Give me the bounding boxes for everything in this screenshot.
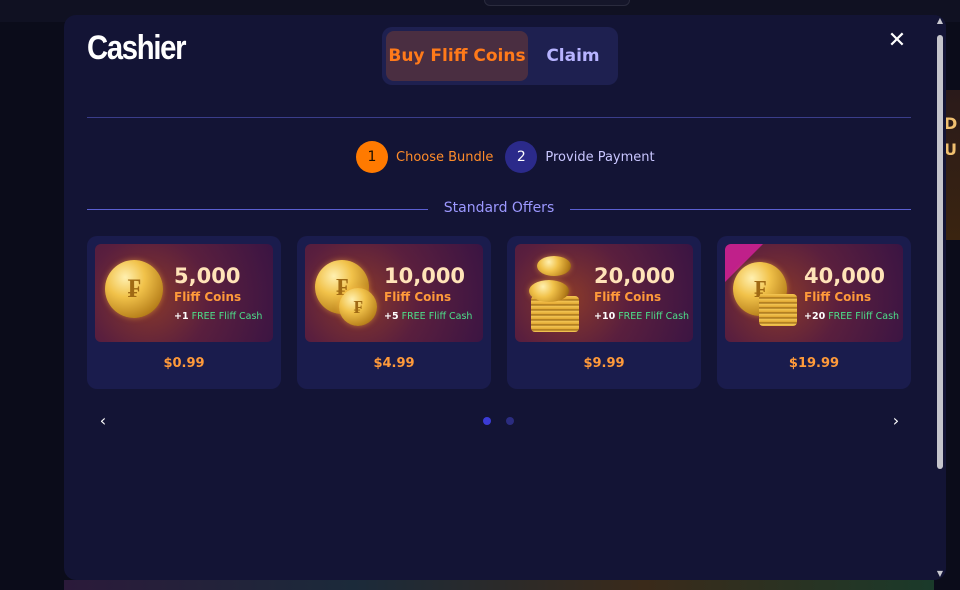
- bundle-artwork: 20,000 Fliff Coins +10 FREE Fliff Cash: [515, 244, 693, 342]
- section-header: Standard Offers: [87, 200, 911, 220]
- coin-icon: ₣: [105, 260, 163, 318]
- bundle-amount: 10,000: [384, 264, 466, 288]
- pager-dots: [483, 417, 514, 425]
- step-2-label: Provide Payment: [545, 149, 655, 165]
- step-2-number: 2: [505, 141, 538, 173]
- scroll-down-icon[interactable]: ▼: [936, 570, 944, 578]
- bonus-amount: +5: [384, 311, 399, 322]
- cashier-tabs: Buy Fliff Coins Claim: [382, 27, 618, 85]
- bundle-price: $4.99: [373, 356, 415, 371]
- pager-dot[interactable]: [506, 417, 514, 425]
- bonus-text: FREE Fliff Cash: [828, 311, 900, 322]
- coin-icon: [529, 280, 569, 302]
- section-title: Standard Offers: [443, 200, 555, 216]
- step-1-label: Choose Bundle: [396, 149, 494, 165]
- section-divider-right: [570, 209, 911, 210]
- background-search-pill: [484, 0, 630, 6]
- bundle-bonus: +20 FREE Fliff Cash: [804, 311, 899, 322]
- bundle-amount: 5,000: [174, 264, 241, 288]
- bundle-unit: Fliff Coins: [804, 290, 872, 304]
- scrollbar[interactable]: ▲ ▼: [934, 15, 946, 580]
- page-title: Cashier: [87, 29, 187, 67]
- bundle-card[interactable]: ₣ ₣ 10,000 Fliff Coins +5 FREE Fliff Cas…: [297, 236, 491, 389]
- bonus-amount: +1: [174, 311, 189, 322]
- tab-claim[interactable]: Claim: [532, 31, 614, 81]
- scroll-up-icon[interactable]: ▲: [936, 17, 944, 25]
- checkout-steps: 1 Choose Bundle 2 Provide Payment: [356, 141, 667, 173]
- cashier-modal: Cashier Buy Fliff Coins Claim ✕ 1 Choose…: [64, 15, 946, 580]
- bonus-amount: +20: [804, 311, 826, 322]
- close-icon[interactable]: ✕: [887, 30, 907, 52]
- coin-icon: ₣: [339, 288, 377, 326]
- bundle-amount: 20,000: [594, 264, 676, 288]
- bonus-amount: +10: [594, 311, 616, 322]
- bundle-unit: Fliff Coins: [384, 290, 452, 304]
- bundle-bonus: +10 FREE Fliff Cash: [594, 311, 689, 322]
- bundle-price: $0.99: [163, 356, 205, 371]
- pager-dot[interactable]: [483, 417, 491, 425]
- header-divider: [87, 117, 911, 118]
- bundle-artwork: ₣ 40,000 Fliff Coins +20 FREE Fliff Cash: [725, 244, 903, 342]
- chevron-left-icon[interactable]: ‹: [95, 413, 111, 429]
- step-1-number: 1: [356, 141, 388, 173]
- bundle-bonus: +5 FREE Fliff Cash: [384, 311, 472, 322]
- bundle-card[interactable]: ₣ 5,000 Fliff Coins +1 FREE Fliff Cash $…: [87, 236, 281, 389]
- bonus-text: FREE Fliff Cash: [401, 311, 473, 322]
- section-divider-left: [87, 209, 428, 210]
- background-game-strip: [64, 580, 934, 590]
- bundle-bonus: +1 FREE Fliff Cash: [174, 311, 262, 322]
- bundle-card[interactable]: 20,000 Fliff Coins +10 FREE Fliff Cash $…: [507, 236, 701, 389]
- bundle-price: $9.99: [583, 356, 625, 371]
- bundle-list: ₣ 5,000 Fliff Coins +1 FREE Fliff Cash $…: [87, 236, 911, 389]
- bundle-price: $19.99: [788, 356, 840, 371]
- bundle-card[interactable]: ₣ 40,000 Fliff Coins +20 FREE Fliff Cash…: [717, 236, 911, 389]
- coin-icon: [537, 256, 571, 276]
- bonus-text: FREE Fliff Cash: [191, 311, 263, 322]
- scrollbar-thumb[interactable]: [937, 35, 943, 469]
- bundle-unit: Fliff Coins: [174, 290, 242, 304]
- bundle-artwork: ₣ ₣ 10,000 Fliff Coins +5 FREE Fliff Cas…: [305, 244, 483, 342]
- tab-buy-fliff-coins[interactable]: Buy Fliff Coins: [386, 31, 528, 81]
- coin-stack-icon: [759, 294, 797, 326]
- chevron-right-icon[interactable]: ›: [888, 413, 904, 429]
- bundle-unit: Fliff Coins: [594, 290, 662, 304]
- bundle-artwork: ₣ 5,000 Fliff Coins +1 FREE Fliff Cash: [95, 244, 273, 342]
- bonus-text: FREE Fliff Cash: [618, 311, 690, 322]
- bundle-amount: 40,000: [804, 264, 886, 288]
